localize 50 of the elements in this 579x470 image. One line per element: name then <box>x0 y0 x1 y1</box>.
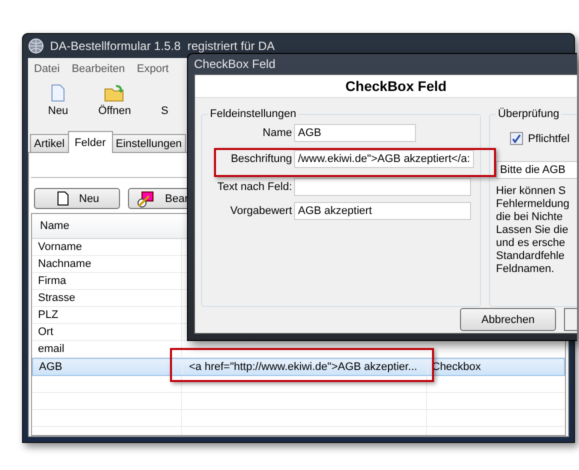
tab[interactable]: Felder <box>68 131 113 153</box>
field-label: Name <box>262 127 292 139</box>
panel-button[interactable]: Neu <box>34 188 120 209</box>
help-text: Hier können S <box>496 185 566 198</box>
table-cell: Nachname <box>32 256 182 272</box>
notepad-pencil-icon <box>137 190 155 208</box>
checkbox[interactable] <box>510 132 524 145</box>
dialog-title: CheckBox Feld <box>194 57 276 71</box>
table-cell: Vorname <box>32 239 182 255</box>
input-field[interactable]: /www.ekiwi.de">AGB akzeptiert</a: <box>294 150 474 168</box>
toolbar-button[interactable]: Öffnen <box>98 84 132 124</box>
tab[interactable]: Artikel <box>30 134 69 152</box>
group-label: Feldeinstellungen <box>209 108 298 120</box>
input-field[interactable]: AGB <box>294 124 416 142</box>
help-text: die bei Nichte <box>496 211 563 224</box>
table-cell: email <box>32 341 182 357</box>
column-header[interactable]: Name <box>32 220 70 232</box>
document-icon <box>57 191 69 206</box>
tab[interactable]: Einstellungen <box>112 134 186 152</box>
folder-icon <box>104 84 126 102</box>
toolbar-button[interactable]: Neu <box>48 84 68 124</box>
menu-item[interactable]: Bearbeiten <box>72 63 125 77</box>
help-text: Standardfehle <box>496 250 565 263</box>
group-label: Überprüfung <box>497 108 560 120</box>
help-text: Feldnamen. <box>496 263 554 276</box>
table-cell: Ort <box>32 324 182 340</box>
toolbar-button[interactable]: S <box>161 84 168 124</box>
table-cell: PLZ <box>32 307 182 323</box>
field-label: Text nach Feld: <box>216 181 292 193</box>
checkbox-label: Pflichtfel <box>528 132 570 144</box>
table-cell: Strasse <box>32 290 182 306</box>
window-title: DA-Bestellformular 1.5.8 registriert für DA <box>50 39 275 53</box>
document-icon <box>51 84 66 102</box>
globe-icon <box>28 38 44 54</box>
button[interactable] <box>564 308 577 331</box>
field-label: Beschriftung <box>230 153 292 165</box>
table-cell: AGB <box>33 359 183 375</box>
help-text: Fehlermeldung <box>496 198 570 211</box>
help-text: und es ersche <box>496 237 566 250</box>
table-cell: Firma <box>32 273 182 289</box>
cancel-button[interactable]: Abbrechen <box>460 308 556 331</box>
table-cell: <a href="http://www.ekiwi.de">AGB akzeptier... <box>183 359 428 375</box>
field-label: Vorgabewert <box>229 205 292 217</box>
dialog-header: CheckBox Feld <box>195 75 577 98</box>
help-text: Lassen Sie die <box>496 224 568 237</box>
input-field[interactable] <box>294 178 471 196</box>
menu-item[interactable]: Datei <box>34 63 60 77</box>
input-field[interactable]: AGB akzeptiert <box>294 202 471 220</box>
input-field[interactable]: Bitte die AGB <box>496 161 577 179</box>
menu-item[interactable]: Export <box>136 63 169 77</box>
